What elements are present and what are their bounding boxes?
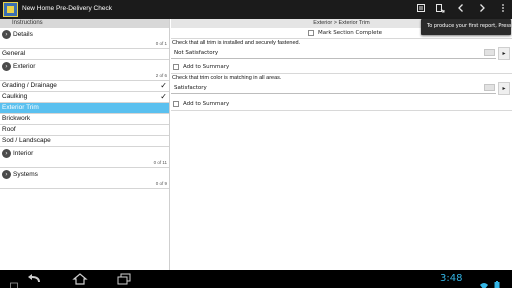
group-interior[interactable]: › Interior 0 of 11 <box>0 147 169 168</box>
next-arrow-button[interactable]: ▸ <box>498 82 510 95</box>
report-icon[interactable] <box>414 3 428 16</box>
checkmark-icon: ✓ <box>160 92 167 101</box>
group-label: Interior <box>13 150 34 157</box>
mark-complete-checkbox[interactable] <box>308 29 314 36</box>
item-label: Caulking <box>2 93 28 100</box>
group-systems[interactable]: › Systems 0 of 9 <box>0 168 169 189</box>
recent-apps-icon[interactable] <box>116 273 132 285</box>
question-text: Check that all trim is installed and sec… <box>172 40 301 46</box>
action-bar: New Home Pre-Delivery Check <box>0 0 512 19</box>
chevron-down-icon: › <box>2 62 11 71</box>
first-report-tooltip[interactable]: To produce your first report, Press <box>421 19 511 35</box>
next-icon[interactable] <box>475 3 489 16</box>
screen: New Home Pre-Delivery Check Instructions… <box>0 0 512 288</box>
answer-value: Satisfactory <box>174 85 207 91</box>
mark-section-complete[interactable]: Mark Section Complete <box>308 28 382 38</box>
answer-select[interactable]: Satisfactory <box>171 82 496 94</box>
back-icon[interactable] <box>27 273 43 285</box>
question-text: Check that trim color is matching in all… <box>172 75 282 81</box>
add-summary-label: Add to Summary <box>183 101 230 107</box>
battery-icon <box>494 275 500 288</box>
item-label: Grading / Drainage <box>2 82 57 89</box>
list-item-sod-landscape[interactable]: Sod / Landscape <box>0 136 169 147</box>
item-label: Roof <box>2 126 16 133</box>
chevron-right-icon: › <box>2 30 11 39</box>
wifi-icon <box>480 275 488 288</box>
group-count: 0 of 9 <box>155 181 167 186</box>
item-label: Exterior Trim <box>2 104 39 111</box>
group-label: Details <box>13 31 33 38</box>
instructions-header: Instructions <box>0 19 169 28</box>
chevron-right-icon: › <box>2 170 11 179</box>
divider <box>171 110 512 111</box>
home-icon[interactable] <box>72 273 88 285</box>
add-to-summary[interactable]: Add to Summary <box>173 63 229 72</box>
list-item-grading-drainage[interactable]: Grading / Drainage ✓ <box>0 81 169 92</box>
dropdown-icon <box>484 84 495 91</box>
add-summary-checkbox[interactable] <box>173 100 179 107</box>
answer-select[interactable]: Not Satisfactory <box>171 47 496 59</box>
clock: 3:48 <box>440 273 463 284</box>
app-title: New Home Pre-Delivery Check <box>22 5 112 12</box>
group-count: 0 of 11 <box>153 160 167 165</box>
answer-value: Not Satisfactory <box>174 50 219 56</box>
item-label: Sod / Landscape <box>2 137 51 144</box>
next-arrow-button[interactable]: ▸ <box>498 47 510 60</box>
list-item-general[interactable]: General <box>0 49 169 60</box>
group-label: Systems <box>13 171 38 178</box>
export-icon[interactable] <box>433 3 447 16</box>
item-label: Brickwork <box>2 115 31 122</box>
instructions-panel: Instructions › Details 0 of 1 General › … <box>0 19 170 270</box>
list-item-roof[interactable]: Roof <box>0 125 169 136</box>
list-item-exterior-trim[interactable]: Exterior Trim <box>0 103 169 114</box>
chevron-right-icon: › <box>2 149 11 158</box>
mark-complete-label: Mark Section Complete <box>318 30 382 36</box>
navigation-bar: 3:48 <box>0 270 512 288</box>
list-item-caulking[interactable]: Caulking ✓ <box>0 92 169 103</box>
group-details[interactable]: › Details 0 of 1 <box>0 28 169 49</box>
list-item-brickwork[interactable]: Brickwork <box>0 114 169 125</box>
group-count: 2 of 6 <box>155 73 167 78</box>
group-label: Exterior <box>13 63 36 70</box>
group-count: 0 of 1 <box>155 41 167 46</box>
photo-icon <box>10 275 18 288</box>
add-to-summary[interactable]: Add to Summary <box>173 100 229 109</box>
group-exterior[interactable]: › Exterior 2 of 6 <box>0 60 169 81</box>
dropdown-icon <box>484 49 495 56</box>
add-summary-checkbox[interactable] <box>173 63 179 70</box>
app-icon[interactable] <box>3 2 18 17</box>
checkmark-icon: ✓ <box>160 81 167 90</box>
previous-icon[interactable] <box>454 3 468 16</box>
detail-panel: Exterior > Exterior Trim Mark Section Co… <box>171 19 512 270</box>
overflow-menu-icon[interactable] <box>496 3 510 16</box>
add-summary-label: Add to Summary <box>183 64 230 70</box>
